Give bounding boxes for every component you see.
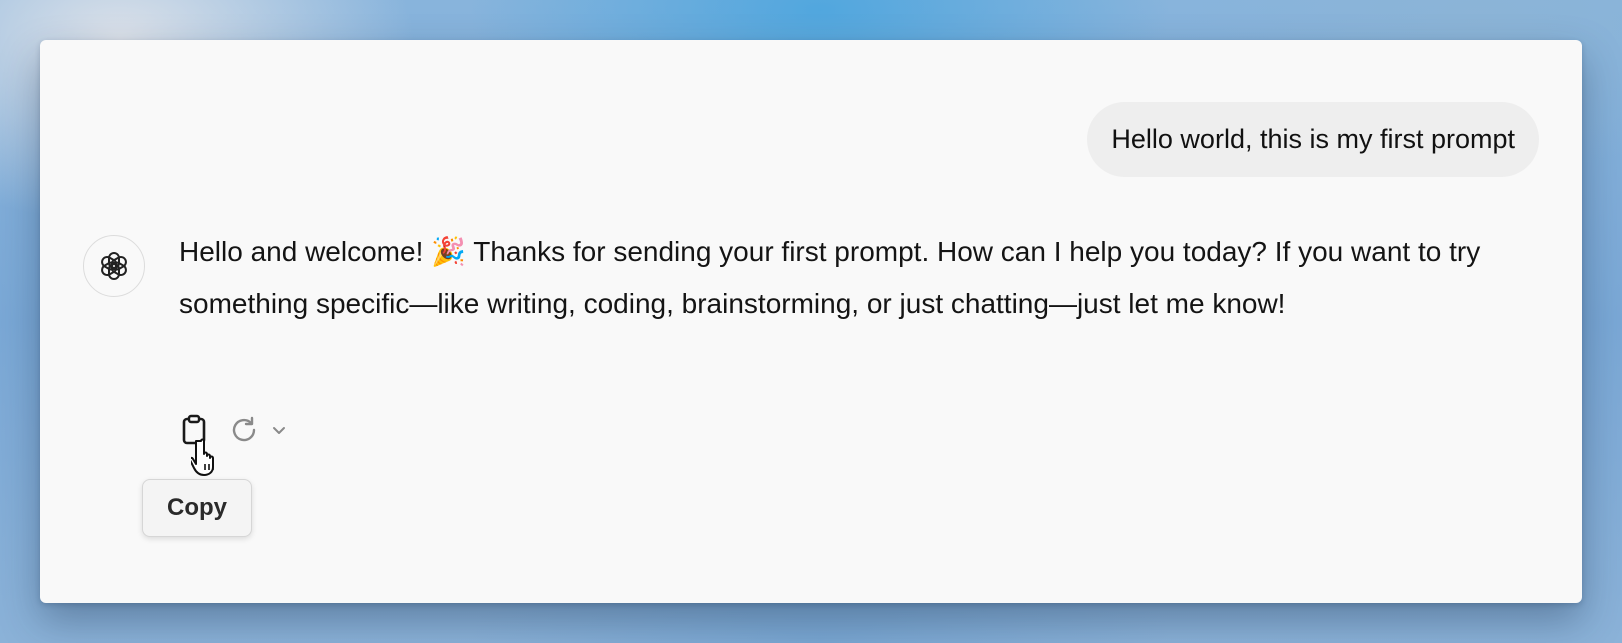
assistant-message-text: Hello and welcome! 🎉 Thanks for sending … xyxy=(179,236,1481,319)
refresh-icon xyxy=(232,416,256,442)
assistant-avatar xyxy=(83,235,145,297)
copy-tooltip: Copy xyxy=(142,479,252,537)
chevron-down-icon xyxy=(273,427,285,434)
tooltip-label: Copy xyxy=(167,494,227,521)
openai-logo-icon xyxy=(101,252,127,280)
user-message-text: Hello world, this is my first prompt xyxy=(1111,124,1515,154)
hand-pointer-cursor-icon xyxy=(191,438,214,476)
user-message-bubble: Hello world, this is my first prompt xyxy=(1087,102,1539,177)
chat-window: Hello world, this is my first prompt Hel… xyxy=(40,40,1582,603)
model-switch-dropdown[interactable] xyxy=(268,410,290,450)
regenerate-button[interactable] xyxy=(224,410,264,450)
